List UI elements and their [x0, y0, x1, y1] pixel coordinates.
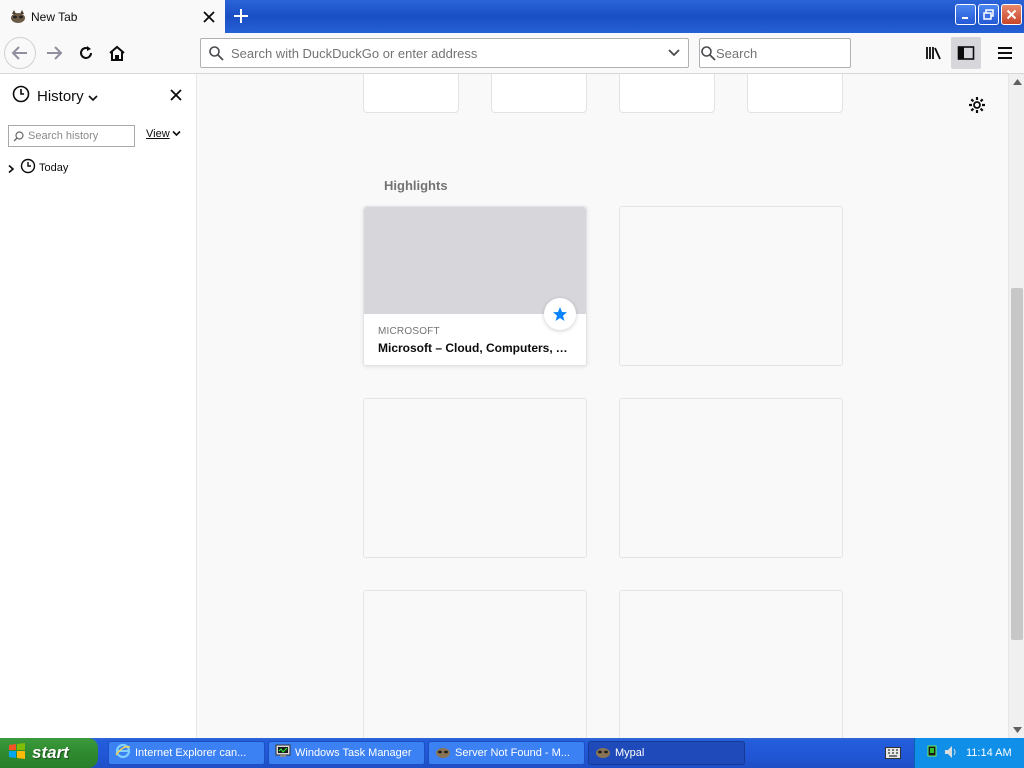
task-label: Windows Task Manager	[295, 747, 412, 759]
keyboard-layout-icon[interactable]	[884, 745, 902, 761]
task-label: Mypal	[615, 747, 645, 759]
history-search-input[interactable]	[28, 130, 128, 142]
url-input[interactable]	[231, 45, 660, 61]
history-search-field[interactable]	[8, 125, 135, 147]
card-title: Microsoft – Cloud, Computers, A...	[378, 341, 574, 355]
history-tree-item-today[interactable]: Today	[6, 158, 68, 178]
highlight-placeholder	[619, 590, 843, 738]
windows-logo-icon	[8, 742, 26, 764]
close-icon[interactable]	[165, 84, 187, 106]
tab-close-icon[interactable]	[197, 5, 221, 29]
top-site-tile[interactable]	[363, 74, 459, 113]
taskbar-item-mypal[interactable]: Mypal	[588, 741, 745, 765]
taskbar-item-task-manager[interactable]: Windows Task Manager	[268, 741, 425, 765]
reload-icon[interactable]	[70, 37, 102, 69]
search-icon	[700, 39, 716, 67]
home-icon[interactable]	[101, 37, 133, 69]
highlight-placeholder	[363, 590, 587, 738]
clock-display: 11:14 AM	[966, 747, 1012, 759]
task-label: Internet Explorer can...	[135, 747, 247, 759]
minimize-icon[interactable]	[955, 4, 976, 25]
scroll-down-arrow-icon[interactable]	[1009, 722, 1024, 738]
task-label: Server Not Found - M...	[455, 747, 570, 759]
system-tray: 11:14 AM	[914, 738, 1024, 768]
restore-icon[interactable]	[978, 4, 999, 25]
highlight-card[interactable]: MICROSOFT Microsoft – Cloud, Computers, …	[363, 206, 587, 366]
view-label: View	[146, 128, 170, 140]
search-icon	[13, 127, 24, 146]
clock-icon	[20, 158, 36, 178]
scroll-up-arrow-icon[interactable]	[1009, 74, 1024, 90]
windows-taskbar: start Internet Explorer can... Windows T…	[0, 738, 1024, 768]
chevron-down-icon	[88, 87, 98, 106]
highlight-placeholder	[619, 398, 843, 558]
twisty-arrow-icon[interactable]	[6, 159, 16, 178]
tab-new-tab[interactable]: New Tab	[0, 0, 225, 33]
top-site-tile[interactable]	[491, 74, 587, 113]
internet-explorer-icon	[115, 743, 131, 763]
highlights-heading: Highlights	[384, 178, 448, 193]
new-tab-plus-icon[interactable]	[229, 4, 253, 28]
star-bookmark-icon	[544, 298, 576, 330]
view-menu-button[interactable]: View	[146, 128, 181, 140]
volume-icon[interactable]	[944, 744, 958, 763]
search-bar[interactable]	[699, 38, 892, 68]
sidebar-title: History	[37, 87, 84, 105]
mypal-raccoon-icon	[10, 9, 26, 25]
top-site-tile[interactable]	[747, 74, 843, 113]
taskbar-item-server-not-found[interactable]: Server Not Found - M...	[428, 741, 585, 765]
library-icon[interactable]	[919, 37, 949, 69]
top-site-tile[interactable]	[619, 74, 715, 113]
tab-title: New Tab	[31, 9, 78, 24]
card-preview-image	[364, 207, 586, 314]
sidebar-header: History	[0, 74, 197, 118]
window-controls	[955, 4, 1022, 25]
clock-icon	[12, 85, 30, 107]
start-label: start	[32, 743, 69, 762]
search-input[interactable]	[716, 45, 892, 61]
highlight-placeholder	[363, 398, 587, 558]
mypal-raccoon-icon	[595, 744, 611, 763]
scrollbar-thumb[interactable]	[1011, 288, 1023, 640]
card-hostname: MICROSOFT	[378, 326, 440, 337]
search-icon	[201, 39, 231, 67]
vertical-scrollbar[interactable]	[1008, 74, 1024, 738]
window-close-icon[interactable]	[1001, 4, 1022, 25]
forward-arrow-icon[interactable]	[38, 37, 70, 69]
url-bar[interactable]	[200, 38, 689, 68]
gear-icon[interactable]	[966, 94, 988, 116]
hamburger-menu-icon[interactable]	[990, 37, 1020, 69]
sidebar-switcher[interactable]: History	[12, 83, 98, 109]
sidebar-toggle-icon[interactable]	[951, 37, 981, 69]
taskbar-item-internet-explorer[interactable]: Internet Explorer can...	[108, 741, 265, 765]
chevron-down-icon	[172, 128, 181, 140]
start-button[interactable]: start	[0, 738, 98, 768]
network-icon[interactable]	[927, 744, 941, 763]
task-manager-icon	[275, 743, 291, 763]
back-arrow-icon[interactable]	[4, 37, 36, 69]
tab-strip: New Tab	[0, 0, 1024, 33]
history-sidebar: History View Today	[0, 74, 197, 738]
navigation-toolbar	[0, 33, 1024, 74]
chevron-down-icon[interactable]	[660, 39, 688, 67]
mypal-raccoon-icon	[435, 744, 451, 763]
highlight-placeholder	[619, 206, 843, 366]
tree-item-label: Today	[39, 162, 69, 174]
new-tab-page: Highlights MICROSOFT Microsoft – Cloud, …	[198, 74, 1008, 738]
